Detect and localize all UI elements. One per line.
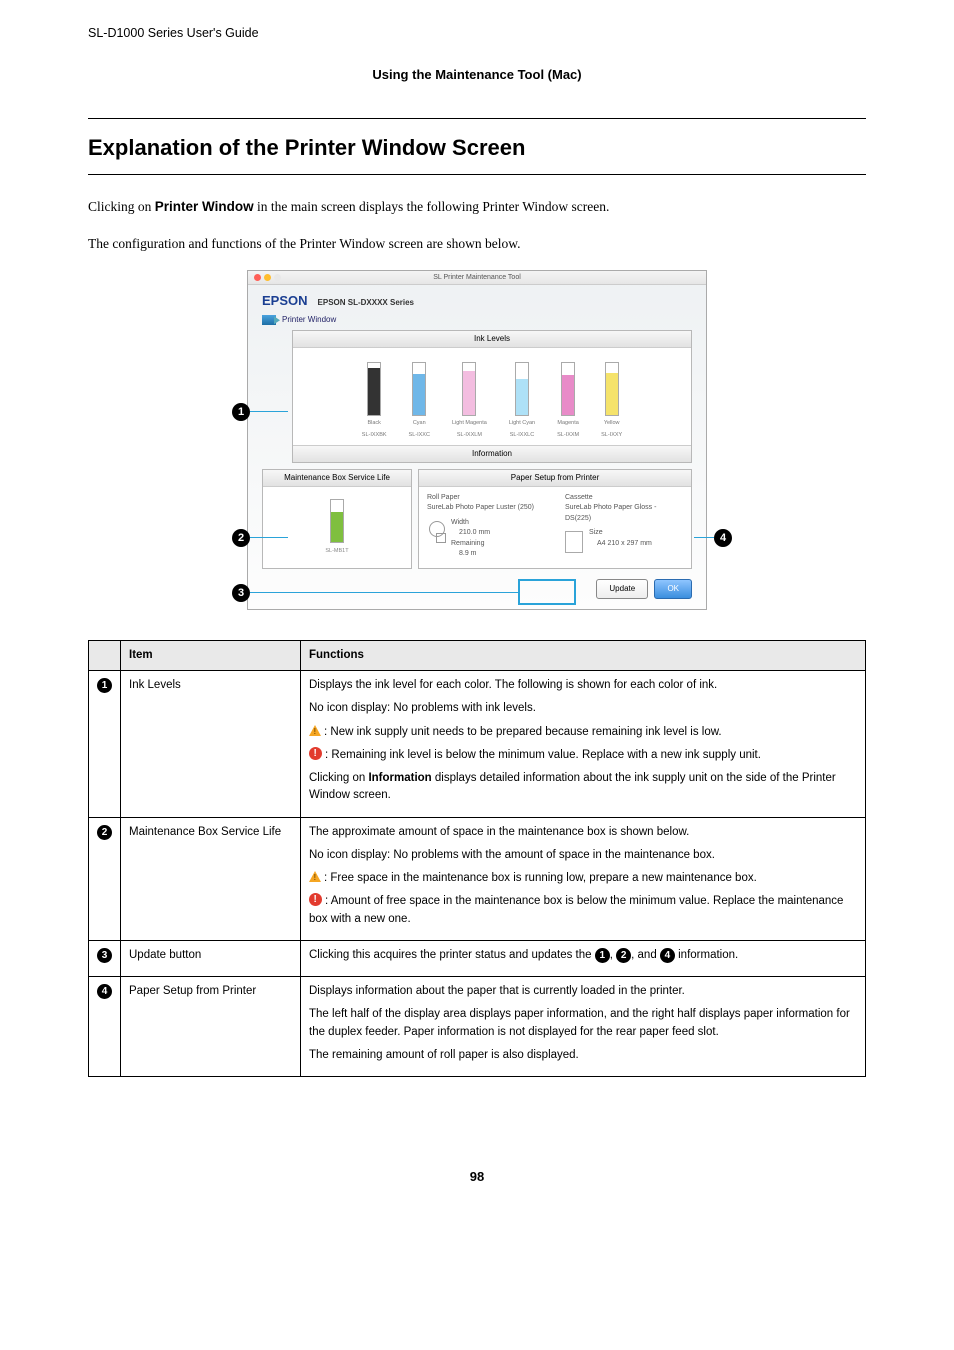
ink-cartridge: YellowSL-IXXY xyxy=(601,362,622,439)
maintenance-bar xyxy=(330,499,344,543)
intro-p1a: Clicking on xyxy=(88,199,155,214)
roll-paper-icon xyxy=(427,521,445,543)
error-icon xyxy=(309,747,322,760)
information-button[interactable]: Information xyxy=(293,445,691,462)
table-row: 1 Ink Levels Displays the ink level for … xyxy=(89,671,866,818)
row-item: Paper Setup from Printer xyxy=(121,977,301,1077)
paper-setup-title: Paper Setup from Printer xyxy=(419,470,691,487)
row-num: 4 xyxy=(89,977,121,1077)
button-row: Update OK xyxy=(248,579,706,609)
cassette-column: Cassette SureLab Photo Paper Gloss - DS(… xyxy=(565,493,683,560)
cassette-paper-type: SureLab Photo Paper Gloss - DS(225) xyxy=(565,503,683,524)
callout-line-3 xyxy=(250,592,518,593)
window-titlebar: SL Printer Maintenance Tool xyxy=(248,271,706,285)
th-item: Item xyxy=(121,640,301,670)
row-num: 3 xyxy=(89,940,121,976)
row-item: Ink Levels xyxy=(121,671,301,818)
ink-cartridge: Light CyanSL-IXXLC xyxy=(509,362,535,439)
section-title: Using the Maintenance Tool (Mac) xyxy=(88,65,866,85)
ink-cartridge: BlackSL-IXXBK xyxy=(362,362,387,439)
app-window: SL Printer Maintenance Tool EPSON EPSON … xyxy=(247,270,707,610)
lower-panels: Maintenance Box Service Life SL-MB1T Pap… xyxy=(262,469,692,569)
table-row: 2 Maintenance Box Service Life The appro… xyxy=(89,817,866,940)
roll-paper-type: SureLab Photo Paper Luster (250) xyxy=(427,503,545,514)
maintenance-code: SL-MB1T xyxy=(325,547,348,555)
page-number: 98 xyxy=(88,1167,866,1187)
ink-row: BlackSL-IXXBK CyanSL-IXXC Light MagentaSL-… xyxy=(293,348,691,445)
rule-heavy xyxy=(88,118,866,119)
warning-icon xyxy=(309,725,321,736)
th-blank xyxy=(89,640,121,670)
ink-levels-panel: Ink Levels BlackSL-IXXBK CyanSL-IXXC Light… xyxy=(292,330,692,463)
ink-levels-title: Ink Levels xyxy=(293,331,691,348)
callout-line-4 xyxy=(694,537,714,538)
width-value: 210.0 mm xyxy=(459,528,490,539)
row-num: 1 xyxy=(89,671,121,818)
ink-cartridge: CyanSL-IXXC xyxy=(409,362,430,439)
table-row: 4 Paper Setup from Printer Displays info… xyxy=(89,977,866,1077)
window-title: SL Printer Maintenance Tool xyxy=(433,274,521,281)
intro-paragraph-1: Clicking on Printer Window in the main s… xyxy=(88,197,866,217)
row-item: Update button xyxy=(121,940,301,976)
minimize-icon[interactable] xyxy=(264,274,271,281)
printer-window-row: Printer Window xyxy=(248,312,706,330)
ink-cartridge: Light MagentaSL-IXXLM xyxy=(452,362,487,439)
row-functions: Displays information about the paper tha… xyxy=(301,977,866,1077)
callout-line-1 xyxy=(250,411,288,412)
paper-setup-panel: Paper Setup from Printer Roll Paper Sure… xyxy=(418,469,692,569)
size-value: A4 210 x 297 mm xyxy=(597,539,652,550)
row-functions: Clicking this acquires the printer statu… xyxy=(301,940,866,976)
error-icon xyxy=(309,893,322,906)
callout-2: 2 xyxy=(232,529,250,547)
close-icon[interactable] xyxy=(254,274,261,281)
intro-paragraph-2: The configuration and functions of the P… xyxy=(88,234,866,254)
maintenance-title: Maintenance Box Service Life xyxy=(263,470,411,487)
page-heading: Explanation of the Printer Window Screen xyxy=(88,131,866,164)
remaining-label: Remaining xyxy=(451,539,490,550)
maintenance-panel: Maintenance Box Service Life SL-MB1T xyxy=(262,469,412,569)
row-num: 2 xyxy=(89,817,121,940)
row-item: Maintenance Box Service Life xyxy=(121,817,301,940)
screenshot-wrapper: 1 2 3 4 SL Printer Maintenance Tool EPSO… xyxy=(222,270,732,610)
size-label: Size xyxy=(589,528,652,539)
printer-window-icon xyxy=(262,315,276,325)
printer-window-label: Printer Window xyxy=(282,314,336,326)
printer-model: EPSON SL-DXXXX Series xyxy=(318,297,414,309)
th-functions: Functions xyxy=(301,640,866,670)
ok-button[interactable]: OK xyxy=(654,579,692,599)
paper-setup-body: Roll Paper SureLab Photo Paper Luster (2… xyxy=(419,487,691,568)
warning-icon xyxy=(309,871,321,882)
callout-3-highlight xyxy=(518,579,576,605)
ink-cartridge: MagentaSL-IXXM xyxy=(557,362,579,439)
zoom-icon[interactable] xyxy=(274,274,281,281)
callout-1: 1 xyxy=(232,403,250,421)
maintenance-body: SL-MB1T xyxy=(263,487,411,561)
traffic-lights xyxy=(254,274,281,281)
explanation-table: Item Functions 1 Ink Levels Displays the… xyxy=(88,640,866,1077)
rule-thin xyxy=(88,174,866,175)
row-functions: The approximate amount of space in the m… xyxy=(301,817,866,940)
callout-3: 3 xyxy=(232,584,250,602)
brand-row: EPSON EPSON SL-DXXXX Series xyxy=(248,285,706,313)
doc-header: SL-D1000 Series User's Guide xyxy=(88,24,866,51)
update-button[interactable]: Update xyxy=(596,579,648,599)
brand-logo: EPSON xyxy=(262,291,308,311)
width-label: Width xyxy=(451,518,490,529)
table-row: 3 Update button Clicking this acquires t… xyxy=(89,940,866,976)
row-functions: Displays the ink level for each color. T… xyxy=(301,671,866,818)
paper-icon xyxy=(565,531,583,553)
remaining-value: 8.9 m xyxy=(459,549,490,560)
intro-p1c: in the main screen displays the followin… xyxy=(254,199,610,214)
callout-4: 4 xyxy=(714,529,732,547)
cassette-label: Cassette xyxy=(565,493,683,504)
roll-paper-column: Roll Paper SureLab Photo Paper Luster (2… xyxy=(427,493,545,560)
callout-line-2 xyxy=(250,537,288,538)
intro-p1-bold: Printer Window xyxy=(155,199,254,214)
roll-label: Roll Paper xyxy=(427,493,545,504)
